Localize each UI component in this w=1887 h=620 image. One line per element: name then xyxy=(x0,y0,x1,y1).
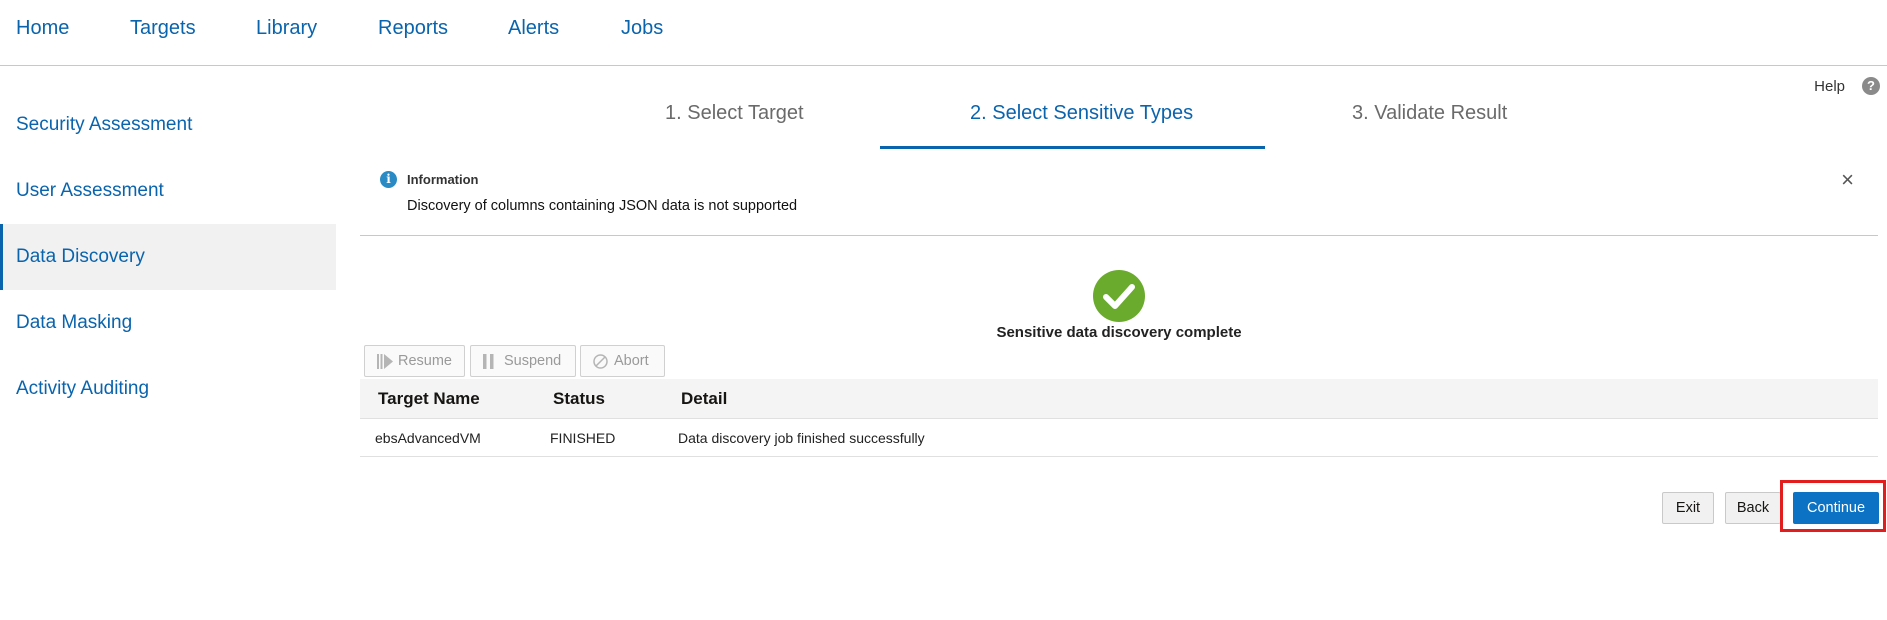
sidebar-item-user-assessment[interactable]: User Assessment xyxy=(0,158,336,224)
success-check-icon xyxy=(1093,270,1145,322)
back-button[interactable]: Back xyxy=(1725,492,1781,524)
nav-alerts[interactable]: Alerts xyxy=(508,17,559,40)
info-title: Information xyxy=(407,172,479,187)
highlight-box xyxy=(1780,480,1886,532)
step-validate-result[interactable]: 3. Validate Result xyxy=(1352,102,1507,125)
sidebar-item-data-discovery[interactable]: Data Discovery xyxy=(0,224,336,290)
resume-icon xyxy=(377,354,393,369)
info-message: Discovery of columns containing JSON dat… xyxy=(407,198,798,214)
pause-icon xyxy=(483,354,494,369)
abort-button[interactable]: Abort xyxy=(580,345,665,377)
exit-button[interactable]: Exit xyxy=(1662,492,1714,524)
column-header-detail[interactable]: Detail xyxy=(681,389,727,409)
active-step-indicator xyxy=(880,146,1265,149)
close-icon[interactable]: × xyxy=(1841,167,1854,193)
nav-home[interactable]: Home xyxy=(16,17,69,40)
nav-jobs[interactable]: Jobs xyxy=(621,17,663,40)
suspend-label: Suspend xyxy=(504,353,562,369)
suspend-button[interactable]: Suspend xyxy=(470,345,576,377)
resume-button[interactable]: Resume xyxy=(364,345,465,377)
cell-status: FINISHED xyxy=(550,430,616,446)
cell-target-name: ebsAdvancedVM xyxy=(375,430,481,446)
table-row[interactable]: ebsAdvancedVM FINISHED Data discovery jo… xyxy=(360,419,1878,457)
top-navigation: Home Targets Library Reports Alerts Jobs xyxy=(0,0,1887,66)
table-header: Target Name Status Detail xyxy=(360,379,1878,419)
nav-reports[interactable]: Reports xyxy=(378,17,448,40)
abort-icon xyxy=(593,354,608,369)
resume-label: Resume xyxy=(398,353,452,369)
sidebar-item-activity-auditing[interactable]: Activity Auditing xyxy=(0,356,336,422)
nav-library[interactable]: Library xyxy=(256,17,317,40)
sidebar-item-data-masking[interactable]: Data Masking xyxy=(0,290,336,356)
info-icon: i xyxy=(380,171,397,188)
column-header-status[interactable]: Status xyxy=(553,389,605,409)
info-banner: i Information Discovery of columns conta… xyxy=(360,162,1878,236)
step-select-sensitive-types[interactable]: 2. Select Sensitive Types xyxy=(970,102,1193,125)
wizard-steps: 1. Select Target 2. Select Sensitive Typ… xyxy=(360,92,1880,152)
abort-label: Abort xyxy=(614,353,649,369)
step-select-target[interactable]: 1. Select Target xyxy=(665,102,804,125)
cell-detail: Data discovery job finished successfully xyxy=(678,430,925,446)
nav-targets[interactable]: Targets xyxy=(130,17,196,40)
status-message: Sensitive data discovery complete xyxy=(996,324,1242,341)
sidebar-item-security-assessment[interactable]: Security Assessment xyxy=(0,92,336,158)
column-header-target-name[interactable]: Target Name xyxy=(378,389,480,409)
